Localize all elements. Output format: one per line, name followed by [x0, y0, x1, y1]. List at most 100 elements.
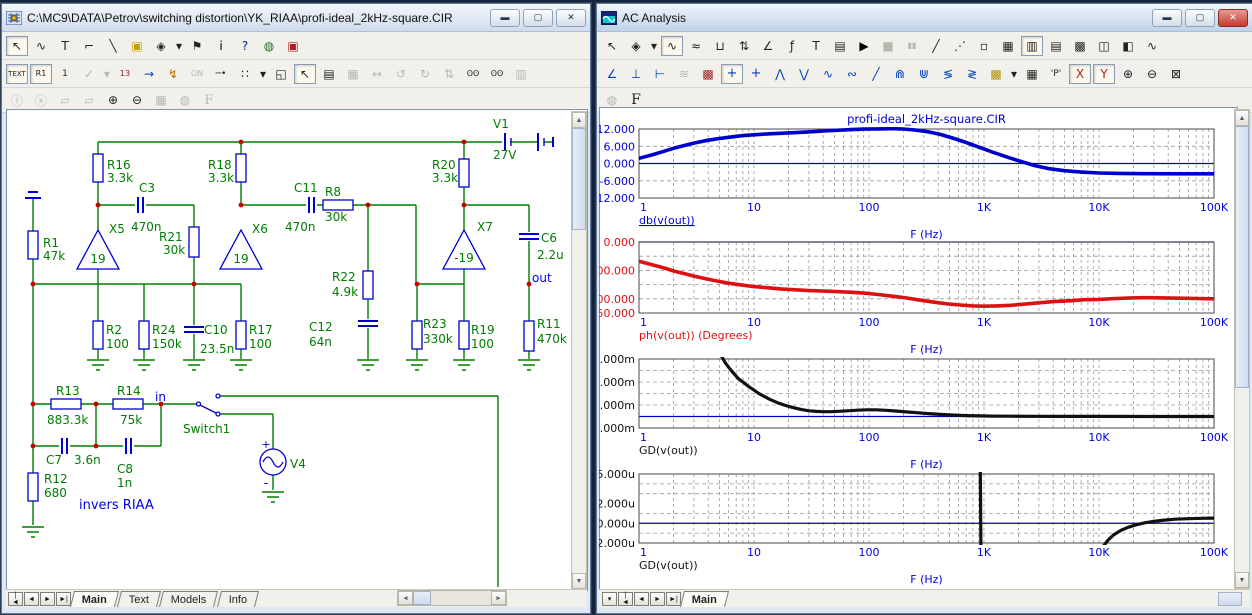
vscroll-thumb[interactable] [1235, 126, 1249, 388]
y-axis-settings-tool[interactable]: Y [1093, 64, 1115, 84]
prev-page-button[interactable]: ◄ [634, 592, 649, 606]
find-tool[interactable]: ʘʘ [462, 64, 484, 84]
error-icon[interactable]: ▣ [282, 36, 304, 56]
zoom-area-tool[interactable]: ⊠ [1165, 64, 1187, 84]
dense-grid-tool[interactable]: ▩ [1069, 36, 1091, 56]
run-button[interactable]: ▶ [853, 36, 875, 56]
scroll-left-button[interactable]: ◄ [398, 591, 413, 605]
horizontal-stripes-tool[interactable]: ▤ [1045, 36, 1067, 56]
pages-dropdown[interactable]: ▾ [602, 592, 617, 606]
text-attributes-tool[interactable]: TEXT [6, 64, 28, 84]
show-currents-tool[interactable]: → [138, 64, 160, 84]
maximize-button[interactable]: ▢ [523, 9, 553, 27]
shapes-tool[interactable]: ◈ [625, 36, 647, 56]
trace-tool[interactable]: ∿ [1141, 36, 1163, 56]
properties-tool[interactable]: ▤ [318, 64, 340, 84]
scroll-down-button[interactable]: ▼ [1235, 572, 1249, 588]
signal-label[interactable]: GD(v(out)) [639, 444, 698, 457]
tab-main[interactable]: Main [680, 591, 729, 607]
polyline-tool[interactable]: ⋰ [949, 36, 971, 56]
select-tool[interactable]: ↖ [601, 36, 623, 56]
high-tool[interactable]: ∿ [817, 64, 839, 84]
ortho-wire-tool[interactable]: ⌐ [78, 36, 100, 56]
prev-page-button[interactable]: ◄ [24, 592, 39, 606]
scroll-up-button[interactable]: ▲ [572, 112, 586, 128]
numeric-output-tool[interactable]: ▦ [1021, 64, 1043, 84]
cursor-left-tool[interactable]: + [721, 64, 743, 84]
hscroll-thumb[interactable] [1218, 592, 1242, 606]
text-tool[interactable]: T [54, 36, 76, 56]
show-pin-numbers-tool[interactable]: 13 [114, 64, 136, 84]
vertical-cursor-tool[interactable]: ⊥ [625, 64, 647, 84]
horizontal-cursor-tool[interactable]: ⊢ [649, 64, 671, 84]
analysis-vscrollbar[interactable]: ▲ ▼ [1234, 109, 1250, 589]
flag-tool[interactable]: ⚑ [186, 36, 208, 56]
go-to-dropdown[interactable]: ▾ [1009, 64, 1019, 84]
shapes-dropdown[interactable]: ▾ [649, 36, 659, 56]
zoom-out-tool[interactable]: ⊖ [126, 90, 148, 110]
scroll-up-button[interactable]: ▲ [1235, 110, 1249, 126]
peak-tool[interactable]: ⋀ [769, 64, 791, 84]
top-tool[interactable]: ≷ [961, 64, 983, 84]
global-high-tool[interactable]: ⋒ [889, 64, 911, 84]
find-next-tool[interactable]: ʘʘ [486, 64, 508, 84]
go-to-x-tool[interactable]: ▩ [985, 64, 1007, 84]
node-snap-tool[interactable]: ─• [210, 64, 232, 84]
wire-mode-tool[interactable]: ∿ [30, 36, 52, 56]
vertical-tag-tool[interactable]: ⇅ [733, 36, 755, 56]
show-power-tool[interactable]: ↯ [162, 64, 184, 84]
select-area-tool[interactable]: ▫ [973, 36, 995, 56]
component-tool[interactable]: ▣ [126, 36, 148, 56]
grid-tool[interactable]: ∷ [234, 64, 256, 84]
text-tool[interactable]: T [805, 36, 827, 56]
vertical-stripes-tool[interactable]: ▥ [1021, 36, 1043, 56]
grid-dropdown[interactable]: ▾ [258, 64, 268, 84]
inflection-tool[interactable]: ╱ [865, 64, 887, 84]
vscroll-thumb[interactable] [572, 128, 586, 230]
first-page-button[interactable]: |◄ [8, 592, 23, 606]
split-window-tool[interactable]: ◱ [270, 64, 292, 84]
analysis-titlebar[interactable]: AC Analysis ▬ ▢ ✕ [597, 4, 1252, 32]
schematic-hscrollbar[interactable]: ◄ ► [397, 590, 507, 606]
scroll-down-button[interactable]: ▼ [572, 573, 586, 589]
signal-label[interactable]: GD(v(out)) [639, 559, 698, 572]
maximize-button[interactable]: ▢ [1185, 9, 1215, 27]
shapes-dropdown[interactable]: ▾ [174, 36, 184, 56]
tab-models[interactable]: Models [159, 591, 218, 607]
help-mode-tool[interactable]: ? [234, 36, 256, 56]
scroll-right-button[interactable]: ► [491, 591, 506, 605]
horizontal-tag-tool[interactable]: ⊔ [709, 36, 731, 56]
scope-mode-tool[interactable]: ∿ [661, 36, 683, 56]
split-plot-tool[interactable]: ◧ [1117, 36, 1139, 56]
next-page-button[interactable]: ► [40, 592, 55, 606]
columns-tool[interactable]: ◫ [1093, 36, 1115, 56]
go-to-performance-tool[interactable]: 'P' [1045, 64, 1067, 84]
line-tool[interactable]: ╲ [102, 36, 124, 56]
schematic-titlebar[interactable]: C:\MC9\DATA\Petrov\switching distortion\… [2, 4, 590, 32]
shapes-tool[interactable]: ◈ [150, 36, 172, 56]
zoom-out-tool[interactable]: ⊖ [1141, 64, 1163, 84]
tab-text[interactable]: Text [117, 591, 161, 607]
low-tool[interactable]: ∾ [841, 64, 863, 84]
function-tag-tool[interactable]: ƒ [781, 36, 803, 56]
global-low-tool[interactable]: ⋓ [913, 64, 935, 84]
next-page-button[interactable]: ► [650, 592, 665, 606]
show-values-tool[interactable]: R1 [30, 64, 52, 84]
bottom-tool[interactable]: ≶ [937, 64, 959, 84]
line-tool[interactable]: ╱ [925, 36, 947, 56]
zoom-in-tool[interactable]: ⊕ [102, 90, 124, 110]
first-page-button[interactable]: |◄ [618, 592, 633, 606]
show-node-numbers-tool[interactable]: 1 [54, 64, 76, 84]
minimize-button[interactable]: ▬ [1152, 9, 1182, 27]
schematic-canvas[interactable]: R16 3.3k R18 3.3k R20 3.3k V1 27V C3 470… [9, 112, 577, 588]
tab-main[interactable]: Main [70, 591, 119, 607]
browser-icon[interactable]: ◍ [258, 36, 280, 56]
snap-cursor-tool[interactable]: ↖ [294, 64, 316, 84]
data-points-tool[interactable]: ▦ [997, 36, 1019, 56]
last-page-button[interactable]: ►| [56, 592, 71, 606]
last-page-button[interactable]: ►| [666, 592, 681, 606]
close-button[interactable]: ✕ [556, 9, 586, 27]
slope-tag-tool[interactable]: ∠ [757, 36, 779, 56]
select-tool[interactable]: ↖ [6, 36, 28, 56]
tangent-cursor-tool[interactable]: ∠ [601, 64, 623, 84]
